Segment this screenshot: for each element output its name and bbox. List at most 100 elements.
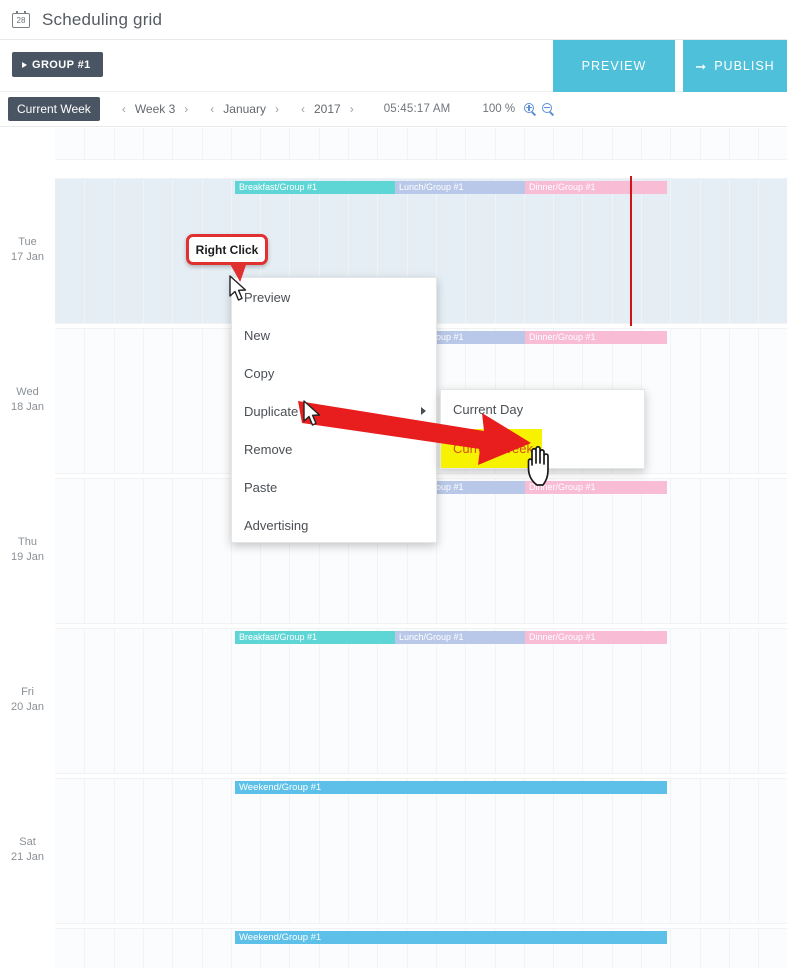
grid-column-line — [670, 179, 671, 323]
grid-column-line — [495, 479, 496, 623]
context-menu-item-label: Copy — [244, 365, 275, 381]
grid-column-line — [670, 779, 671, 923]
day-row-sun[interactable]: Weekend/Group #1 — [55, 928, 787, 968]
grid-column-line — [84, 128, 85, 159]
right-click-callout: Right Click — [186, 234, 268, 282]
grid-column-line — [319, 128, 320, 159]
grid-column-line — [260, 128, 261, 159]
context-menu-item-label: Paste — [244, 479, 278, 495]
grid-column-line — [143, 128, 144, 159]
context-menu-item-copy[interactable]: Copy — [232, 354, 436, 392]
arrow-right-icon: ➞ — [695, 58, 708, 74]
current-week-button[interactable]: Current Week — [8, 97, 100, 121]
group-selector-button[interactable]: GROUP #1 — [12, 52, 103, 77]
right-click-callout-label: Right Click — [195, 242, 259, 257]
grid-column-line — [553, 128, 554, 159]
grid-column-line — [143, 179, 144, 323]
month-prev-icon[interactable]: ‹ — [210, 102, 214, 116]
grid-column-line — [172, 179, 173, 323]
grid-column-line — [231, 128, 232, 159]
grid-column-line — [289, 629, 290, 773]
event-bar-weekend[interactable]: Weekend/Group #1 — [235, 781, 667, 794]
clock-display: 05:45:17 AM — [383, 103, 451, 115]
grid-column-line — [524, 779, 525, 923]
grid-column-line — [465, 629, 466, 773]
grid-column-line — [553, 479, 554, 623]
context-menu-item-label: Duplicate — [244, 403, 299, 419]
grid-column-line — [641, 179, 642, 323]
year-prev-icon[interactable]: ‹ — [301, 102, 305, 116]
group-selector-label: GROUP #1 — [32, 58, 91, 71]
event-bar-dinner[interactable]: Dinner/Group #1 — [525, 331, 667, 344]
grid-column-line — [670, 629, 671, 773]
grid-column-line — [670, 128, 671, 159]
action-bar: GROUP #1 PREVIEW ➞ PUBLISH — [0, 40, 787, 92]
grid-column-line — [436, 128, 437, 159]
context-menu-item-label: New — [244, 327, 271, 343]
grid-column-line — [143, 329, 144, 473]
zoom-in-icon[interactable] — [524, 102, 537, 116]
month-stepper: ‹ January › — [210, 102, 279, 116]
event-bar-breakfast[interactable]: Breakfast/Group #1 — [235, 181, 395, 194]
week-stepper: ‹ Week 3 › — [122, 102, 188, 116]
day-label-tue: Tue 17 Jan — [0, 235, 55, 265]
day-row-partial-top[interactable] — [55, 128, 787, 160]
grid-column-line — [612, 479, 613, 623]
event-bar-breakfast[interactable]: Breakfast/Group #1 — [235, 631, 395, 644]
event-bar-dinner[interactable]: Dinner/Group #1 — [525, 181, 667, 194]
context-menu-item-preview[interactable]: Preview — [232, 278, 436, 316]
grid-column-line — [114, 479, 115, 623]
grid-column-line — [700, 929, 701, 968]
grid-column-line — [84, 929, 85, 968]
grid-column-line — [231, 779, 232, 923]
grid-column-line — [465, 179, 466, 323]
preview-button[interactable]: PREVIEW — [553, 40, 675, 92]
grid-column-line — [729, 179, 730, 323]
grid-column-line — [84, 779, 85, 923]
day-name: Wed — [16, 386, 39, 398]
grid-column-line — [202, 128, 203, 159]
grid-column-line — [143, 479, 144, 623]
grid-column-line — [172, 779, 173, 923]
grid-column-line — [758, 329, 759, 473]
month-next-icon[interactable]: › — [275, 102, 279, 116]
grid-column-line — [524, 128, 525, 159]
grid-column-line — [524, 629, 525, 773]
grid-column-line — [348, 629, 349, 773]
pointing-hand-icon — [527, 445, 549, 486]
grid-column-line — [143, 629, 144, 773]
grid-column-line — [641, 128, 642, 159]
year-next-icon[interactable]: › — [350, 102, 354, 116]
scheduling-grid[interactable]: Tue 17 Jan Breakfast/Group #1 Lunch/Group #… — [0, 128, 787, 968]
event-bar-lunch[interactable]: Lunch/Group #1 — [395, 181, 525, 194]
day-row-fri[interactable]: Breakfast/Group #1 Lunch/Group #1 Dinner/G… — [55, 628, 787, 774]
grid-column-line — [700, 479, 701, 623]
grid-column-line — [495, 779, 496, 923]
week-next-icon[interactable]: › — [184, 102, 188, 116]
grid-column-line — [670, 929, 671, 968]
event-bar-lunch[interactable]: Lunch/Group #1 — [395, 631, 525, 644]
grid-column-line — [260, 779, 261, 923]
context-menu-item-advertising[interactable]: Advertising — [232, 506, 436, 544]
week-prev-icon[interactable]: ‹ — [122, 102, 126, 116]
grid-column-line — [729, 128, 730, 159]
grid-column-line — [524, 479, 525, 623]
grid-column-line — [84, 179, 85, 323]
grid-column-line — [670, 479, 671, 623]
day-label-thu: Thu 19 Jan — [0, 535, 55, 565]
zoom-controls — [524, 102, 555, 116]
grid-column-line — [700, 629, 701, 773]
publish-button[interactable]: ➞ PUBLISH — [683, 40, 787, 92]
context-menu-item-new[interactable]: New — [232, 316, 436, 354]
event-bar-weekend[interactable]: Weekend/Group #1 — [235, 931, 667, 944]
calendar-icon-day: 28 — [16, 15, 26, 25]
day-name: Tue — [18, 236, 37, 248]
grid-column-line — [202, 929, 203, 968]
zoom-out-icon[interactable] — [542, 102, 555, 116]
event-bar-dinner[interactable]: Dinner/Group #1 — [525, 631, 667, 644]
grid-column-line — [172, 929, 173, 968]
grid-column-line — [114, 779, 115, 923]
day-row-sat[interactable]: Weekend/Group #1 — [55, 778, 787, 924]
grid-column-line — [700, 779, 701, 923]
grid-column-line — [612, 629, 613, 773]
